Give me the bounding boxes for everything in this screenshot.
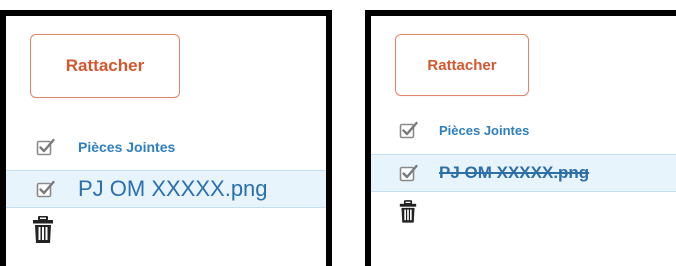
trash-icon[interactable] [399,200,417,229]
checkbox-checked-icon[interactable] [36,179,56,199]
attachments-header: Pièces Jointes [36,134,175,160]
attachment-file-name[interactable]: PJ OM XXXXX.png [78,176,268,202]
checkbox-checked-icon[interactable] [399,163,419,183]
attach-button[interactable]: Rattacher [395,34,529,96]
panel-after-delete: Rattacher Pièces Jointes PJ OM XXXXX.png [365,10,676,266]
checkbox-checked-icon[interactable] [36,137,56,157]
attachments-header-label: Pièces Jointes [439,122,530,138]
trash-icon[interactable] [32,215,54,249]
attachment-row-deleted[interactable]: PJ OM XXXXX.png [371,154,676,192]
attachment-file-name-struck[interactable]: PJ OM XXXXX.png [439,163,589,183]
attachments-header: Pièces Jointes [399,118,529,142]
checkbox-checked-icon[interactable] [399,120,419,140]
attachments-header-label: Pièces Jointes [78,139,176,155]
attachment-row[interactable]: PJ OM XXXXX.png [6,170,326,208]
attach-button[interactable]: Rattacher [30,34,180,98]
panel-before-delete: Rattacher Pièces Jointes PJ OM XXXXX.png [0,10,332,266]
